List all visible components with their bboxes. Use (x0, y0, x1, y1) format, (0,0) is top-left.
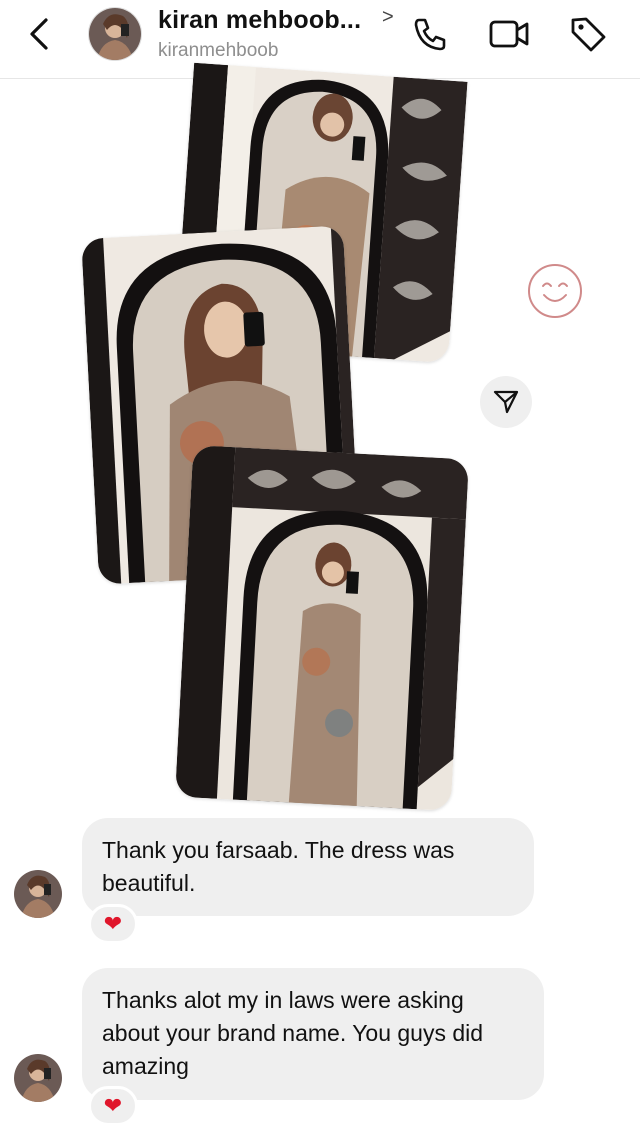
smiley-icon (528, 264, 582, 318)
heart-icon: ❤ (103, 1093, 123, 1118)
sender-avatar[interactable] (14, 1054, 62, 1102)
message-bubble[interactable]: Thanks alot my in laws were asking about… (82, 968, 544, 1100)
sender-avatar[interactable] (14, 870, 62, 918)
chevron-right-icon[interactable]: > (382, 6, 394, 29)
message-bubble[interactable]: Thank you farsaab. The dress was beautif… (82, 818, 534, 916)
profile-avatar[interactable] (88, 7, 142, 61)
video-call-icon (489, 20, 529, 48)
back-button[interactable] (24, 16, 60, 52)
message-reaction[interactable]: ❤ (88, 904, 138, 944)
chat-header: kiran mehboob... > kiranmehboob (0, 0, 640, 79)
tag-icon (571, 17, 606, 52)
shared-photo-3[interactable] (174, 445, 470, 811)
message-text: Thank you farsaab. The dress was beautif… (102, 837, 455, 896)
message-text: Thanks alot my in laws were asking about… (102, 987, 484, 1079)
phone-icon (414, 18, 446, 51)
react-button[interactable] (526, 262, 584, 320)
send-icon (493, 390, 519, 414)
video-call-button[interactable] (488, 14, 529, 54)
share-button[interactable] (480, 376, 532, 428)
heart-icon: ❤ (103, 911, 123, 936)
tag-button[interactable] (568, 14, 608, 54)
contact-name[interactable]: kiran mehboob... (158, 6, 361, 35)
message-reaction[interactable]: ❤ (88, 1086, 138, 1126)
contact-username: kiranmehboob (158, 40, 279, 61)
call-button[interactable] (410, 14, 450, 54)
back-icon (30, 18, 48, 50)
